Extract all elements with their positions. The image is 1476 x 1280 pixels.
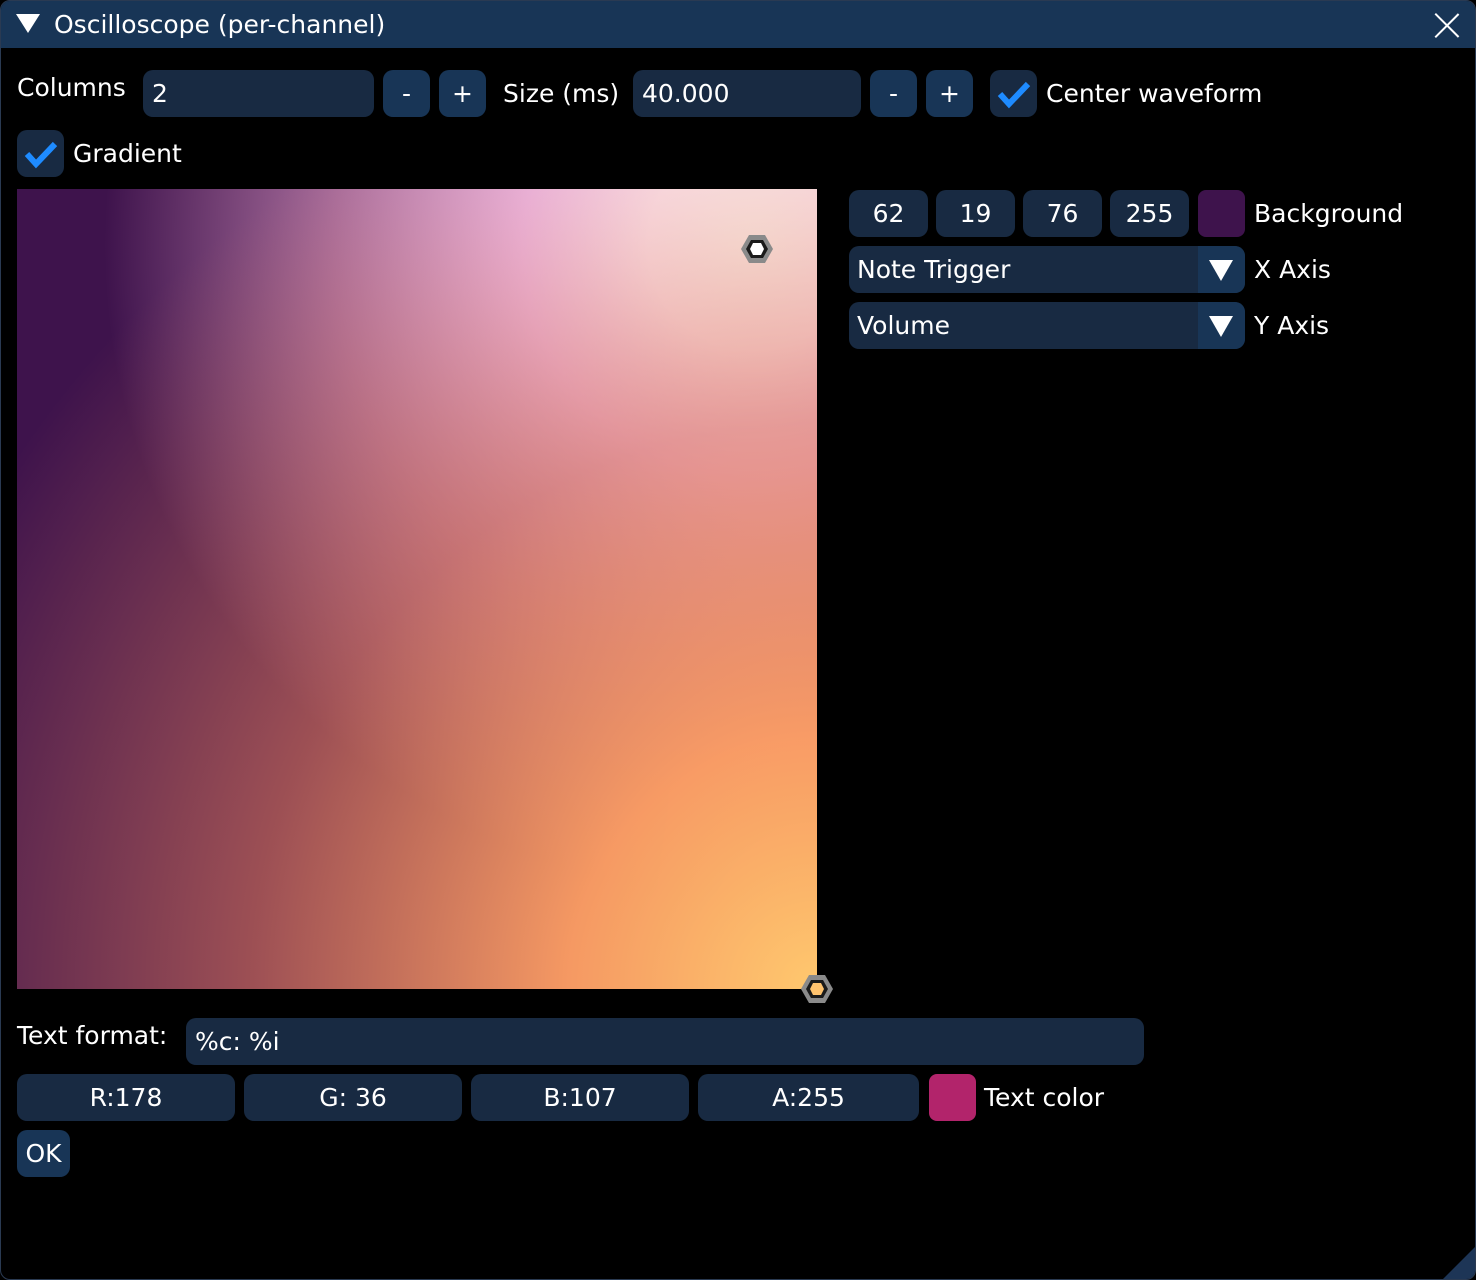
y-axis-select[interactable]: Volume: [849, 302, 1245, 349]
text-color-g-input[interactable]: G: 36: [244, 1074, 462, 1121]
y-axis-selected: Volume: [857, 311, 950, 340]
columns-input[interactable]: 2: [143, 70, 374, 117]
x-axis-selected: Note Trigger: [857, 255, 1011, 284]
gradient-point-handle[interactable]: [740, 232, 774, 266]
text-format-label: Text format:: [17, 1021, 168, 1050]
oscilloscope-window: Oscilloscope (per-channel) Columns 2 - +…: [0, 0, 1476, 1280]
columns-decrement-button[interactable]: -: [383, 70, 430, 117]
center-waveform-checkbox[interactable]: [990, 70, 1037, 117]
window-title: Oscilloscope (per-channel): [54, 10, 386, 39]
text-color-b-input[interactable]: B:107: [471, 1074, 689, 1121]
background-label: Background: [1254, 199, 1404, 228]
gradient-label: Gradient: [73, 139, 182, 168]
background-a-input[interactable]: 255: [1110, 190, 1189, 237]
text-color-label: Text color: [984, 1083, 1105, 1112]
x-axis-select[interactable]: Note Trigger: [849, 246, 1245, 293]
background-g-input[interactable]: 19: [936, 190, 1015, 237]
chevron-down-icon[interactable]: [1198, 246, 1245, 293]
resize-grip-icon[interactable]: [1443, 1247, 1475, 1279]
collapse-triangle-icon[interactable]: [16, 14, 40, 33]
gradient-canvas[interactable]: [17, 189, 817, 989]
size-decrement-button[interactable]: -: [870, 70, 917, 117]
text-color-swatch[interactable]: [929, 1074, 976, 1121]
gradient-checkbox[interactable]: [17, 130, 64, 177]
text-format-input[interactable]: %c: %i: [186, 1018, 1144, 1065]
checkmark-icon: [24, 141, 58, 169]
ok-button[interactable]: OK: [17, 1130, 70, 1177]
gradient-point-handle[interactable]: [800, 972, 834, 1006]
text-color-r-input[interactable]: R:178: [17, 1074, 235, 1121]
size-label: Size (ms): [503, 79, 620, 108]
x-axis-label: X Axis: [1254, 255, 1331, 284]
size-increment-button[interactable]: +: [926, 70, 973, 117]
y-axis-label: Y Axis: [1254, 311, 1330, 340]
text-color-a-input[interactable]: A:255: [698, 1074, 919, 1121]
background-r-input[interactable]: 62: [849, 190, 928, 237]
background-color-swatch[interactable]: [1198, 190, 1245, 237]
size-input[interactable]: 40.000: [633, 70, 861, 117]
columns-increment-button[interactable]: +: [439, 70, 486, 117]
checkmark-icon: [997, 81, 1031, 109]
close-icon[interactable]: [1433, 11, 1461, 39]
title-bar[interactable]: Oscilloscope (per-channel): [1, 1, 1475, 48]
chevron-down-icon[interactable]: [1198, 302, 1245, 349]
columns-label: Columns: [17, 73, 126, 102]
background-b-input[interactable]: 76: [1023, 190, 1102, 237]
center-waveform-label: Center waveform: [1046, 79, 1263, 108]
